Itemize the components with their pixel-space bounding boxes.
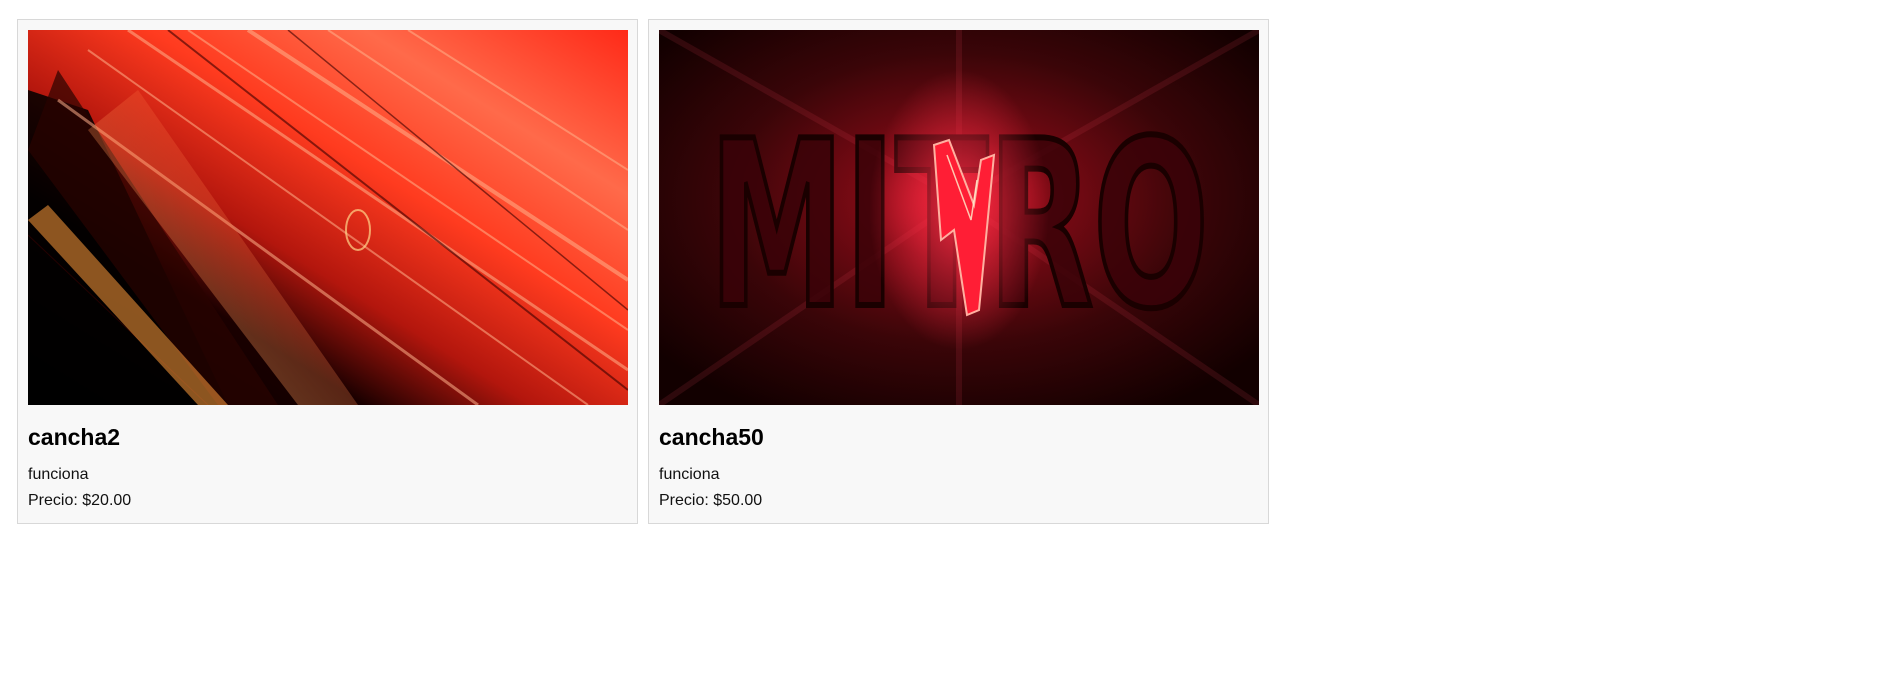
product-title[interactable]: cancha50	[659, 423, 1258, 451]
product-price: Precio: $50.00	[659, 492, 763, 509]
product-description: funciona	[659, 466, 720, 483]
product-title[interactable]: cancha2	[28, 423, 627, 451]
product-card[interactable]: MITRO cancha50 funciona Precio: $50.00	[648, 19, 1269, 524]
product-grid: cancha2 funciona Precio: $20.00 cancha50…	[17, 19, 1269, 524]
product-price: Precio: $20.00	[28, 492, 132, 509]
product-card[interactable]: cancha2 funciona Precio: $20.00	[17, 19, 638, 524]
product-description: funciona	[28, 466, 89, 483]
product-image[interactable]: MITRO	[659, 30, 1259, 405]
product-image[interactable]	[28, 30, 628, 405]
